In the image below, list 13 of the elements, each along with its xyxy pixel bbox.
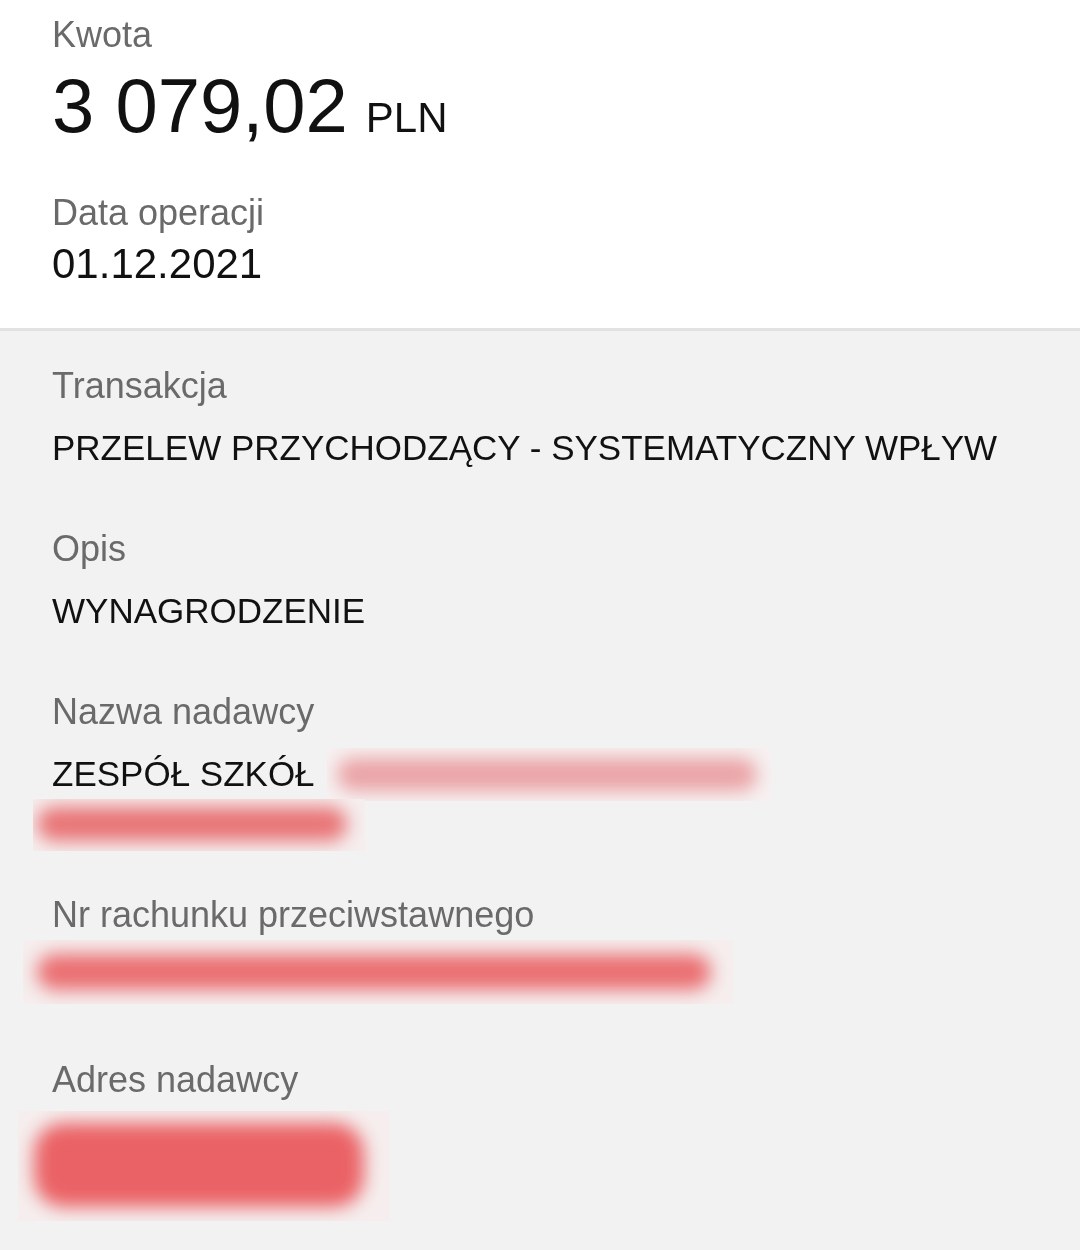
date-value: 01.12.2021	[52, 239, 264, 289]
amount-value: 3 079,02	[52, 62, 348, 150]
field-label: Data operacji	[52, 191, 266, 235]
field-value: PRZELEW PRZYCHODZĄCY - SYSTEMATYCZNY WPŁYW	[52, 427, 998, 469]
field-value: WYNAGRODZENIE	[52, 590, 366, 632]
currency-code: PLN	[365, 93, 448, 143]
field-label: Opis	[52, 527, 128, 571]
field-label: Nazwa nadawcy	[52, 690, 316, 734]
field-label: Adres nadawcy	[52, 1058, 300, 1102]
field-label: Nr rachunku przeciwstawnego	[52, 893, 536, 937]
field-label: Kwota	[52, 13, 154, 57]
field-label: Transakcja	[52, 364, 228, 408]
field-value: ZESPÓŁ SZKÓŁ	[52, 753, 315, 795]
